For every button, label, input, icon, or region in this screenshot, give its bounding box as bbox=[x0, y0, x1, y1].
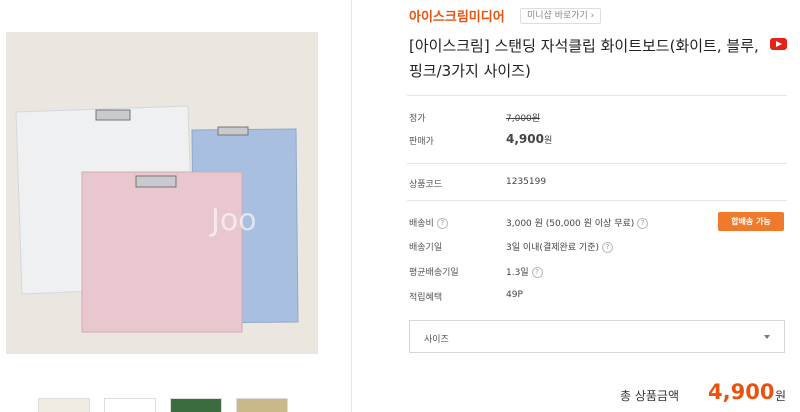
clipboards-illustration: Joo bbox=[6, 32, 318, 354]
points-label: 적립혜택 bbox=[409, 293, 443, 303]
mini-shop-button[interactable]: 미니샵 바로가기 › bbox=[520, 8, 602, 24]
thumbnail-row bbox=[38, 398, 288, 412]
help-icon[interactable]: ? bbox=[531, 267, 543, 278]
list-price-label: 정가 bbox=[409, 114, 426, 124]
product-code-label: 상품코드 bbox=[409, 180, 443, 190]
delivery-period-label: 배송기일 bbox=[409, 243, 443, 253]
average-delivery-label: 평균배송기일 bbox=[409, 268, 459, 278]
product-code-value: 1235199 bbox=[506, 177, 547, 187]
youtube-icon[interactable] bbox=[770, 38, 787, 50]
divider bbox=[407, 163, 787, 164]
shipping-fee-value: 3,000 원 (50,000 원 이상 무료) bbox=[506, 219, 635, 229]
product-photo[interactable]: Joo bbox=[6, 32, 318, 354]
sale-price-label: 판매가 bbox=[409, 137, 434, 147]
size-option-selected: 사이즈 bbox=[424, 335, 449, 345]
total-label: 총 상품금액 bbox=[620, 389, 680, 403]
shipping-fee-label: 배송비 bbox=[409, 219, 434, 229]
total-amount: 4,900 bbox=[708, 380, 775, 404]
thumbnail[interactable] bbox=[38, 398, 90, 412]
average-delivery-value-wrap: 1.3일? bbox=[506, 265, 543, 278]
average-delivery-value: 1.3일 bbox=[506, 268, 529, 278]
shipping-fee-value-wrap: 3,000 원 (50,000 원 이상 무료)? bbox=[506, 216, 649, 229]
size-option-select[interactable]: 사이즈 bbox=[409, 320, 785, 353]
shipping-fee-label-wrap: 배송비? bbox=[409, 216, 448, 229]
delivery-period-value-wrap: 3일 이내(결제완료 기준)? bbox=[506, 240, 613, 253]
help-icon[interactable]: ? bbox=[602, 242, 613, 253]
product-image-panel: Joo bbox=[0, 0, 352, 412]
product-title: [아이스크림] 스탠딩 자석클립 화이트보드(화이트, 블루, 핑크/3가지 사… bbox=[409, 37, 759, 80]
total-unit: 원 bbox=[775, 389, 787, 403]
divider bbox=[407, 95, 787, 96]
combined-shipping-button[interactable]: 합배송 가능 bbox=[718, 212, 784, 231]
divider bbox=[407, 200, 787, 201]
help-icon[interactable]: ? bbox=[436, 218, 448, 229]
thumbnail[interactable] bbox=[170, 398, 222, 412]
help-icon[interactable]: ? bbox=[637, 218, 649, 229]
points-value: 49P bbox=[506, 290, 523, 300]
delivery-period-value: 3일 이내(결제완료 기준) bbox=[506, 243, 599, 253]
thumbnail[interactable] bbox=[236, 398, 288, 412]
total-price: 총 상품금액 4,900 원 bbox=[620, 380, 790, 410]
store-name-link[interactable]: 아이스크림미디어 bbox=[409, 6, 505, 25]
watermark-text: Joo bbox=[209, 203, 257, 238]
store-header: 아이스크림미디어 미니샵 바로가기 › bbox=[407, 4, 787, 25]
chevron-down-icon bbox=[764, 335, 770, 339]
sale-price-value: 4,900원 bbox=[506, 132, 553, 146]
list-price-value: 7,000원 bbox=[506, 114, 541, 124]
thumbnail[interactable] bbox=[104, 398, 156, 412]
